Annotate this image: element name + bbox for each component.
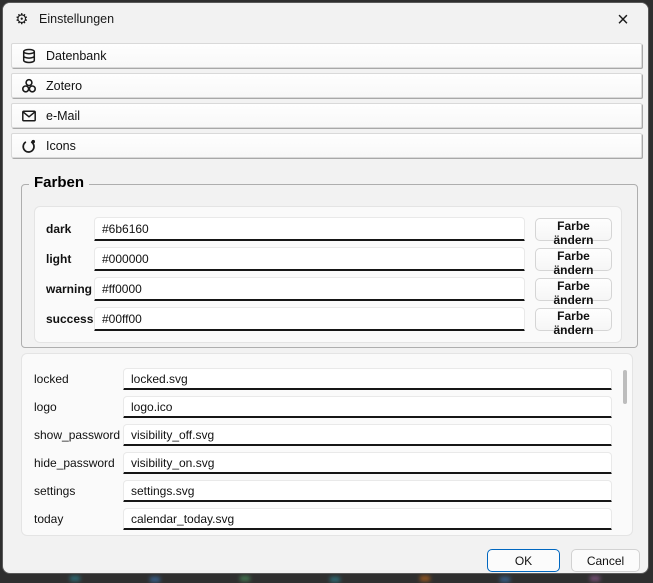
icon-file-label: today [34, 512, 63, 526]
icon-file-input-hide-password[interactable] [123, 452, 612, 474]
change-color-button-light[interactable]: Farbe ändern [535, 248, 612, 271]
section-label: e-Mail [46, 109, 80, 123]
vertical-scrollbar[interactable] [623, 370, 627, 404]
color-row-light: light Farbe ändern [35, 247, 621, 271]
icon-file-label: settings [34, 484, 75, 498]
icon-file-row-settings: settings [22, 480, 632, 502]
section-header-zotero[interactable]: Zotero [11, 73, 642, 98]
section-header-datenbank[interactable]: Datenbank [11, 43, 642, 68]
desktop-artifact [330, 577, 340, 582]
color-label: warning [46, 282, 92, 296]
desktop-artifact [590, 576, 600, 581]
icon-file-row-logo: logo [22, 396, 632, 418]
window-title: Einstellungen [39, 12, 114, 26]
farben-groupbox: Farben dark Farbe ändern light Farbe änd… [21, 184, 638, 348]
section-label: Datenbank [46, 49, 106, 63]
sync-icon [21, 138, 37, 154]
icon-file-label: hide_password [34, 456, 115, 470]
color-label: success [46, 312, 93, 326]
color-input-light[interactable] [94, 247, 525, 271]
change-color-button-dark[interactable]: Farbe ändern [535, 218, 612, 241]
icon-file-input-logo[interactable] [123, 396, 612, 418]
cancel-button[interactable]: Cancel [571, 549, 640, 572]
section-label: Icons [46, 139, 76, 153]
icon-file-input-today[interactable] [123, 508, 612, 530]
icon-file-row-hide-password: hide_password [22, 452, 632, 474]
desktop-artifact [70, 576, 80, 581]
desktop-artifact [240, 576, 250, 581]
close-icon: × [617, 10, 629, 30]
desktop-background: ⚙ Einstellungen × Datenbank [0, 0, 653, 583]
section-header-icons[interactable]: Icons [11, 133, 642, 158]
section-header-email[interactable]: e-Mail [11, 103, 642, 128]
zotero-icon [21, 78, 37, 94]
database-icon [21, 48, 37, 64]
color-input-dark[interactable] [94, 217, 525, 241]
change-color-button-success[interactable]: Farbe ändern [535, 308, 612, 331]
color-input-success[interactable] [94, 307, 525, 331]
color-label: light [46, 252, 71, 266]
icon-files-panel: locked logo show_password hide_password … [21, 353, 633, 536]
color-row-dark: dark Farbe ändern [35, 217, 621, 241]
settings-dialog: ⚙ Einstellungen × Datenbank [2, 2, 649, 574]
color-label: dark [46, 222, 71, 236]
icon-file-label: show_password [34, 428, 120, 442]
desktop-artifact [150, 577, 160, 582]
title-bar[interactable]: ⚙ Einstellungen × [3, 3, 648, 37]
ok-button[interactable]: OK [487, 549, 560, 572]
section-label: Zotero [46, 79, 82, 93]
desktop-artifact [420, 576, 430, 581]
desktop-artifact [500, 577, 510, 582]
icon-file-input-locked[interactable] [123, 368, 612, 390]
farben-group-title: Farben [29, 174, 89, 191]
close-button[interactable]: × [604, 5, 642, 35]
icon-file-label: logo [34, 400, 57, 414]
gear-icon: ⚙ [15, 10, 28, 28]
mail-icon [21, 108, 37, 124]
change-color-button-warning[interactable]: Farbe ändern [535, 278, 612, 301]
color-settings-panel: dark Farbe ändern light Farbe ändern war… [34, 206, 622, 343]
icon-file-label: locked [34, 372, 69, 386]
icon-file-row-show-password: show_password [22, 424, 632, 446]
color-input-warning[interactable] [94, 277, 525, 301]
color-row-warning: warning Farbe ändern [35, 277, 621, 301]
icon-file-input-settings[interactable] [123, 480, 612, 502]
icon-file-input-show-password[interactable] [123, 424, 612, 446]
icon-file-row-today: today [22, 508, 632, 530]
icon-file-row-locked: locked [22, 368, 632, 390]
color-row-success: success Farbe ändern [35, 307, 621, 331]
